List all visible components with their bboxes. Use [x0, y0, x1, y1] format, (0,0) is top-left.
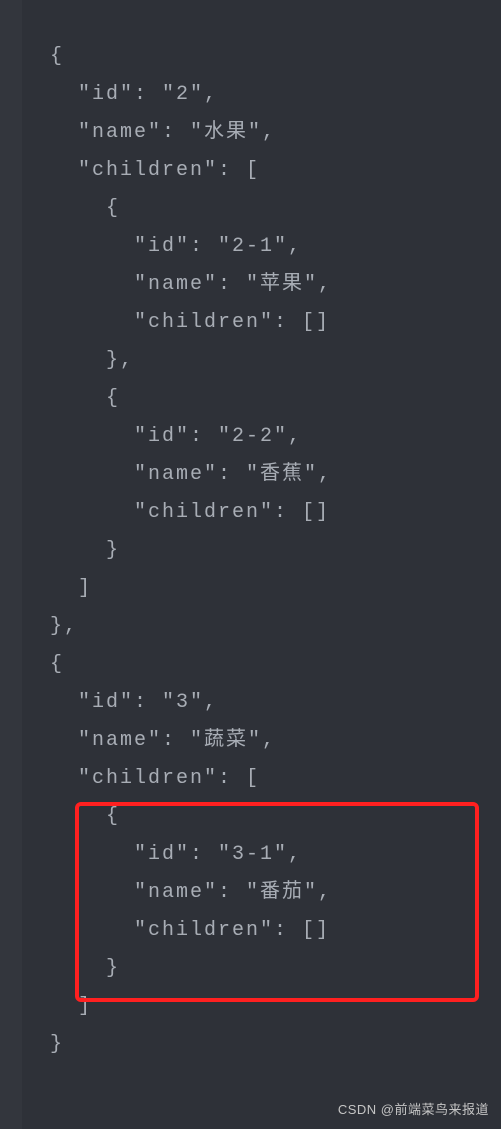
code-line: } [22, 1033, 64, 1056]
code-line: { [22, 45, 64, 68]
code-line: "children": [ [22, 159, 260, 182]
code-line: "children": [] [22, 311, 330, 334]
code-line: ] [22, 995, 92, 1018]
code-line: { [22, 653, 64, 676]
code-line: }, [22, 615, 78, 638]
code-line: "children": [] [22, 501, 330, 524]
code-line: } [22, 957, 120, 980]
code-block: { "id": "2", "name": "水果", "children": [… [0, 0, 501, 1064]
code-line: } [22, 539, 120, 562]
watermark: CSDN @前端菜鸟来报道 [338, 1098, 489, 1123]
code-line: "id": "3", [22, 691, 218, 714]
code-line: "id": "2", [22, 83, 218, 106]
code-line: "name": "蔬菜", [22, 729, 276, 752]
code-line: "children": [ [22, 767, 260, 790]
code-line: { [22, 387, 120, 410]
editor-gutter [0, 0, 22, 1129]
code-line: "name": "水果", [22, 121, 276, 144]
code-line: "id": "2-1", [22, 235, 302, 258]
code-line: { [22, 197, 120, 220]
code-line: "name": "香蕉", [22, 463, 332, 486]
code-line: "id": "3-1", [22, 843, 302, 866]
code-line: }, [22, 349, 134, 372]
code-line: "children": [] [22, 919, 330, 942]
code-line: { [22, 805, 120, 828]
code-line: ] [22, 577, 92, 600]
code-line: "name": "苹果", [22, 273, 332, 296]
code-line: "name": "番茄", [22, 881, 332, 904]
code-line: "id": "2-2", [22, 425, 302, 448]
